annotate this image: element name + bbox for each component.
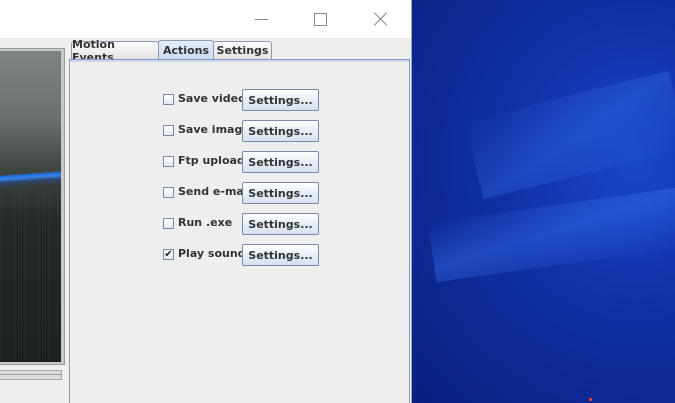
video-frame bbox=[0, 48, 65, 365]
desktop-background bbox=[411, 0, 675, 403]
camera-preview bbox=[0, 51, 61, 362]
save-video-label[interactable]: Save video bbox=[178, 92, 246, 105]
save-image-label[interactable]: Save image bbox=[178, 123, 250, 136]
ftp-upload-settings-button[interactable]: Settings... bbox=[242, 151, 319, 173]
play-sound-settings-button[interactable]: Settings... bbox=[242, 244, 319, 266]
close-button[interactable] bbox=[358, 0, 404, 38]
window-content: Motion Events Settings Actions Save vide… bbox=[0, 38, 411, 403]
ftp-upload-label[interactable]: Ftp upload bbox=[178, 154, 245, 167]
app-window: Motion Events Settings Actions Save vide… bbox=[0, 0, 412, 403]
play-sound-label[interactable]: Play sound bbox=[178, 247, 246, 260]
send-email-settings-button[interactable]: Settings... bbox=[242, 182, 319, 204]
action-row-ftp-upload: Ftp upload Settings... bbox=[163, 151, 323, 173]
action-row-run-exe: Run .exe Settings... bbox=[163, 213, 323, 235]
video-panel bbox=[0, 40, 68, 403]
wallpaper-dot bbox=[589, 398, 592, 401]
action-row-send-email: Send e-mail Settings... bbox=[163, 182, 323, 204]
run-exe-checkbox[interactable] bbox=[163, 218, 174, 229]
tabbed-pane: Motion Events Settings Actions Save vide… bbox=[69, 38, 411, 403]
title-bar bbox=[0, 0, 411, 38]
action-row-play-sound: ✔ Play sound Settings... bbox=[163, 244, 323, 266]
wallpaper-streak bbox=[464, 70, 675, 200]
minimize-button[interactable] bbox=[238, 0, 284, 38]
save-video-checkbox[interactable] bbox=[163, 94, 174, 105]
action-row-save-video: Save video Settings... bbox=[163, 89, 323, 111]
maximize-button[interactable] bbox=[297, 0, 343, 38]
wallpaper-streak bbox=[428, 187, 675, 283]
run-exe-settings-button[interactable]: Settings... bbox=[242, 213, 319, 235]
motion-highlight bbox=[0, 163, 61, 193]
tab-settings[interactable]: Settings bbox=[213, 41, 272, 59]
minimize-icon bbox=[254, 18, 268, 20]
save-video-settings-button[interactable]: Settings... bbox=[242, 89, 319, 111]
maximize-icon bbox=[313, 12, 327, 26]
send-email-label[interactable]: Send e-mail bbox=[178, 185, 251, 198]
play-sound-checkbox[interactable]: ✔ bbox=[163, 249, 174, 260]
save-image-settings-button[interactable]: Settings... bbox=[242, 120, 319, 142]
run-exe-label[interactable]: Run .exe bbox=[178, 216, 232, 229]
action-row-save-image: Save image Settings... bbox=[163, 120, 323, 142]
close-icon bbox=[374, 12, 388, 26]
horizontal-scrollbar[interactable] bbox=[0, 370, 62, 380]
save-image-checkbox[interactable] bbox=[163, 125, 174, 136]
actions-panel: Save video Settings... Save image Settin… bbox=[69, 59, 410, 403]
tab-actions[interactable]: Actions bbox=[158, 40, 214, 60]
video-noise bbox=[0, 191, 61, 361]
tab-motion-events[interactable]: Motion Events bbox=[71, 38, 159, 64]
send-email-checkbox[interactable] bbox=[163, 187, 174, 198]
ftp-upload-checkbox[interactable] bbox=[163, 156, 174, 167]
